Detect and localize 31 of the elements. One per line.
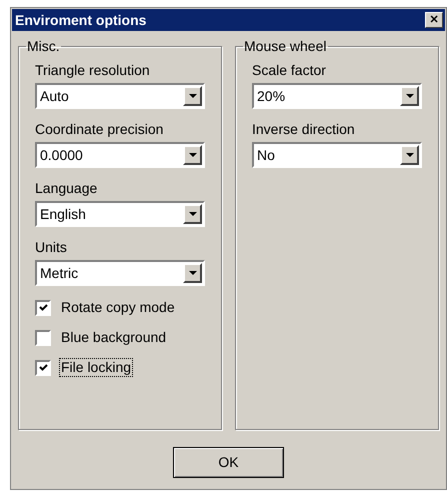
- caret-icon: [188, 94, 196, 98]
- checkbox-label: Rotate copy mode: [60, 298, 176, 317]
- checkbox[interactable]: [35, 300, 51, 316]
- dropdown[interactable]: 20%: [252, 83, 422, 109]
- field-label: Scale factor: [252, 62, 327, 79]
- check-icon: [38, 304, 48, 312]
- group-title: Mouse wheel: [243, 38, 328, 54]
- field-label: Triangle resolution: [35, 62, 151, 79]
- dropdown[interactable]: English: [35, 201, 205, 227]
- checkbox[interactable]: [35, 330, 51, 346]
- check-icon: [38, 364, 48, 372]
- dropdown[interactable]: Metric: [35, 260, 205, 286]
- window-title: Enviroment options: [15, 10, 146, 30]
- close-button[interactable]: ✕: [425, 12, 443, 28]
- checkbox-label: File locking: [59, 358, 134, 377]
- caret-icon: [406, 94, 414, 98]
- caret-icon: [406, 153, 414, 157]
- caret-icon: [188, 212, 196, 216]
- field-label: Coordinate precision: [35, 121, 164, 138]
- dropdown[interactable]: Auto: [35, 83, 205, 109]
- ok-button[interactable]: OK: [173, 447, 284, 478]
- field-label: Inverse direction: [252, 121, 356, 138]
- field-label: Language: [35, 180, 98, 197]
- field-label: Units: [35, 239, 68, 256]
- group-title: Misc.: [26, 38, 61, 54]
- caret-icon: [188, 153, 196, 157]
- dropdown[interactable]: No: [252, 142, 422, 168]
- checkbox[interactable]: [35, 360, 51, 376]
- caret-icon: [188, 271, 196, 275]
- checkbox-label: Blue background: [60, 328, 168, 347]
- dropdown[interactable]: 0.0000: [35, 142, 205, 168]
